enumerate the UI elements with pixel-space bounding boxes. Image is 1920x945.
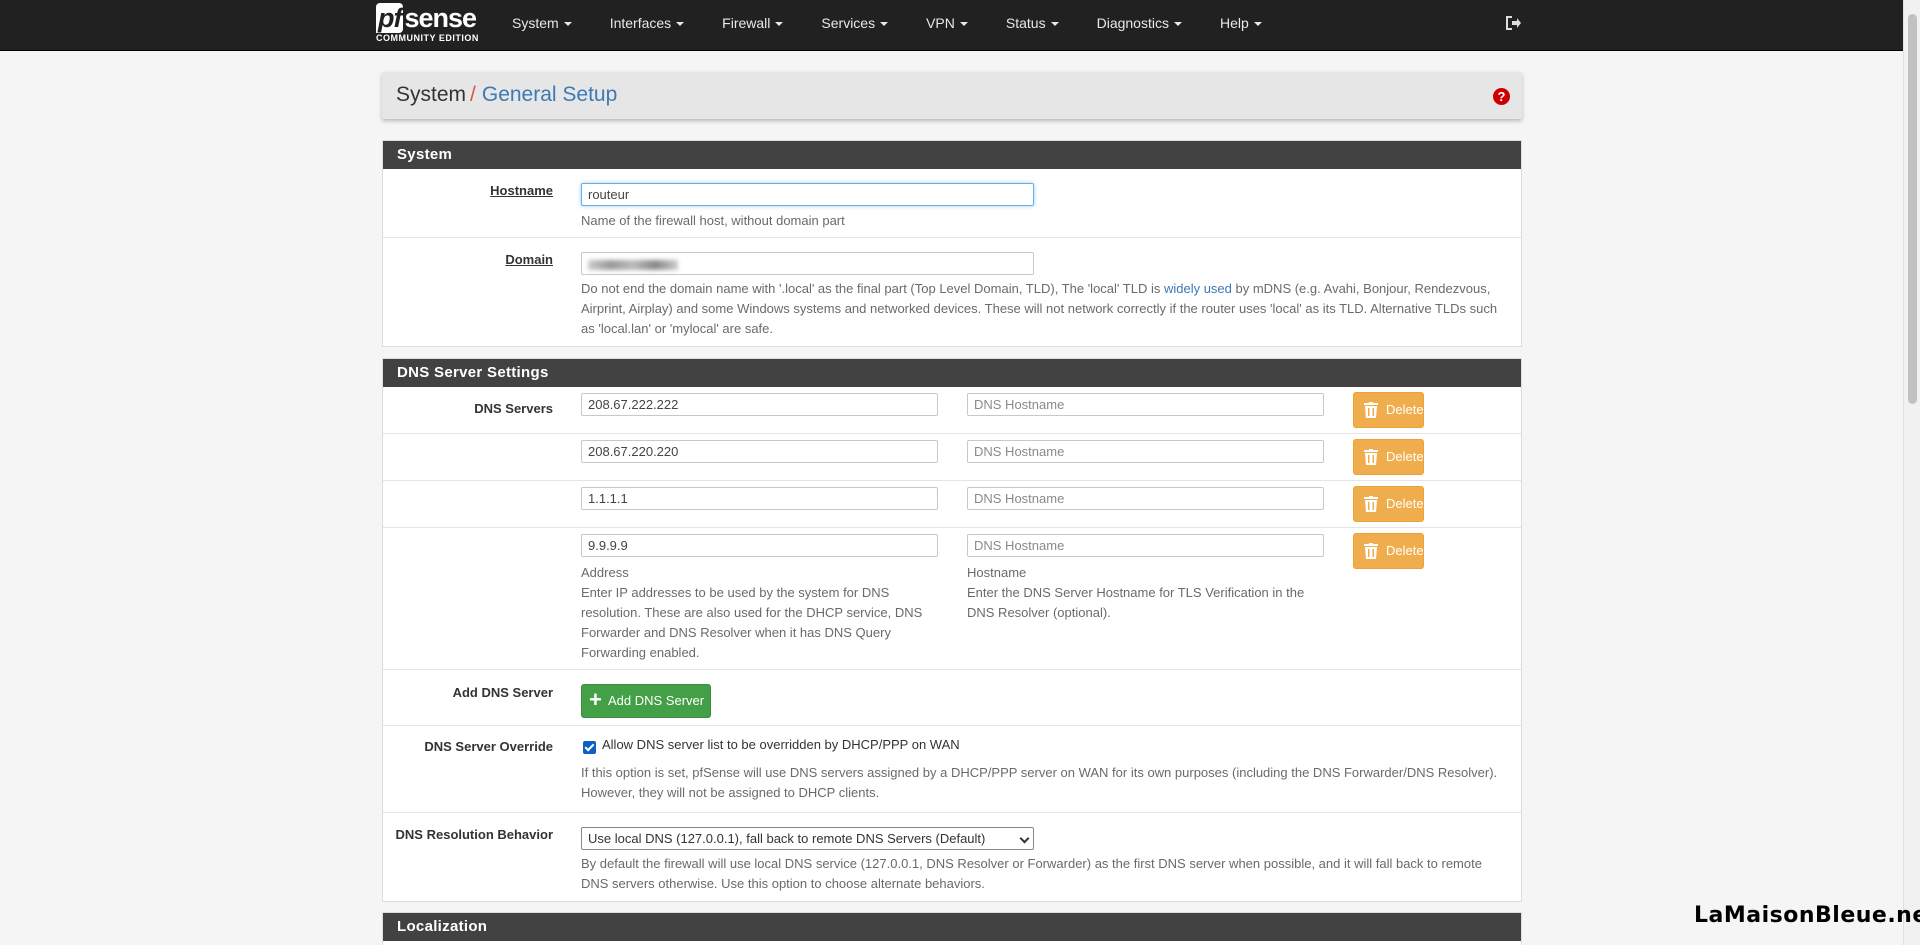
scrollbar-thumb[interactable] — [1908, 14, 1917, 404]
menu-vpn[interactable]: VPN — [926, 0, 987, 46]
dns-resolution-select[interactable]: Use local DNS (127.0.0.1), fall back to … — [581, 827, 1034, 850]
address-help: Address Enter IP addresses to be used by… — [581, 563, 946, 663]
top-navbar: pf sense COMMUNITY EDITION System Interfa… — [0, 0, 1903, 51]
hostname-input[interactable] — [581, 183, 1034, 206]
delete-button[interactable]: Delete — [1353, 533, 1424, 569]
caret-down-icon — [959, 22, 968, 27]
dns-hostname-input[interactable] — [967, 393, 1324, 416]
widely-used-link[interactable]: widely used — [1164, 281, 1232, 296]
menu-system[interactable]: System — [512, 0, 591, 46]
dns-resolution-label: DNS Resolution Behavior — [395, 827, 553, 842]
breadcrumb-parent[interactable]: System — [396, 83, 466, 106]
delete-button[interactable]: Delete — [1353, 486, 1424, 522]
dns-override-checkbox-label[interactable]: Allow DNS server list to be overridden b… — [602, 737, 960, 752]
breadcrumb-panel: System / General Setup ? — [382, 72, 1522, 119]
dns-override-label: DNS Server Override — [424, 739, 553, 754]
logout-icon[interactable] — [1504, 14, 1522, 32]
dns-servers-label: DNS Servers — [474, 401, 553, 416]
dns-hostname-input[interactable] — [967, 440, 1324, 463]
dns-panel: DNS Server Settings DNS Servers Delete D… — [382, 358, 1522, 902]
chevron-down-icon — [1019, 833, 1030, 844]
system-panel: System Hostname Name of the firewall hos… — [382, 140, 1522, 347]
hostname-label[interactable]: Hostname — [490, 183, 553, 198]
delete-button[interactable]: Delete — [1353, 392, 1424, 428]
hostname-help: Hostname Enter the DNS Server Hostname f… — [967, 563, 1332, 623]
dns-address-input[interactable] — [581, 534, 938, 557]
help-icon[interactable]: ? — [1493, 88, 1510, 105]
menu-services[interactable]: Services — [821, 0, 907, 46]
menu-status[interactable]: Status — [1006, 0, 1078, 46]
dns-hostname-input[interactable] — [967, 534, 1324, 557]
logo-pf: pf — [376, 3, 404, 33]
menu-firewall[interactable]: Firewall — [722, 0, 802, 46]
menu-interfaces[interactable]: Interfaces — [610, 0, 703, 46]
dns-override-checkbox[interactable] — [583, 741, 596, 754]
menu-diagnostics[interactable]: Diagnostics — [1097, 0, 1201, 46]
dns-resolution-row: DNS Resolution Behavior Use local DNS (1… — [383, 813, 1521, 901]
localization-panel: Localization — [382, 912, 1522, 945]
vertical-scrollbar[interactable] — [1903, 0, 1920, 945]
panel-heading-localization: Localization — [383, 913, 1521, 941]
hostname-help: Name of the firewall host, without domai… — [581, 213, 845, 228]
menu-help[interactable]: Help — [1220, 0, 1281, 46]
dns-server-row: Delete — [383, 434, 1521, 481]
domain-input[interactable] — [581, 252, 1034, 275]
caret-down-icon — [563, 22, 572, 27]
breadcrumb-separator: / — [470, 83, 476, 106]
dns-server-row: Delete Address Enter IP addresses to be … — [383, 528, 1521, 670]
panel-heading-system: System — [383, 141, 1521, 169]
blurred-domain — [588, 259, 678, 270]
hostname-row: Hostname Name of the firewall host, with… — [383, 169, 1521, 238]
domain-label[interactable]: Domain — [505, 252, 553, 267]
address-title: Address — [581, 565, 629, 580]
hostname-help-text: Enter the DNS Server Hostname for TLS Ve… — [967, 585, 1305, 620]
caret-down-icon — [775, 22, 784, 27]
add-dns-row: Add DNS Server + Add DNS Server — [383, 670, 1521, 726]
pfsense-logo[interactable]: pf sense COMMUNITY EDITION — [376, 3, 479, 43]
logo-sense: sense — [404, 3, 477, 33]
panel-heading-dns: DNS Server Settings — [383, 359, 1521, 387]
dns-address-input[interactable] — [581, 393, 938, 416]
add-dns-server-button[interactable]: + Add DNS Server — [581, 684, 711, 718]
domain-row: Domain Do not end the domain name with '… — [383, 238, 1521, 346]
hostname-title: Hostname — [967, 565, 1027, 580]
caret-down-icon — [1173, 22, 1182, 27]
delete-button[interactable]: Delete — [1353, 439, 1424, 475]
dns-resolution-help: By default the firewall will use local D… — [581, 856, 1482, 891]
domain-help: Do not end the domain name with '.local'… — [581, 281, 1498, 336]
dns-server-row: DNS Servers Delete — [383, 387, 1521, 434]
caret-down-icon — [1050, 22, 1059, 27]
dns-server-row: Delete — [383, 481, 1521, 528]
watermark: LaMaisonBleue.net — [1694, 903, 1920, 928]
add-dns-label: Add DNS Server — [452, 685, 553, 700]
caret-down-icon — [676, 22, 685, 27]
address-help-text: Enter IP addresses to be used by the sys… — [581, 585, 923, 660]
main-menu: System Interfaces Firewall Services VPN … — [512, 0, 1300, 46]
dns-hostname-input[interactable] — [967, 487, 1324, 510]
breadcrumb-current[interactable]: General Setup — [482, 83, 617, 106]
dns-address-input[interactable] — [581, 487, 938, 510]
caret-down-icon — [880, 22, 889, 27]
caret-down-icon — [1253, 22, 1262, 27]
breadcrumb: System / General Setup — [396, 83, 617, 107]
dns-override-row: DNS Server Override Allow DNS server lis… — [383, 726, 1521, 813]
plus-icon: + — [589, 687, 602, 712]
dns-override-help: If this option is set, pfSense will use … — [581, 765, 1498, 800]
dns-address-input[interactable] — [581, 440, 938, 463]
logo-edition: COMMUNITY EDITION — [376, 33, 479, 43]
